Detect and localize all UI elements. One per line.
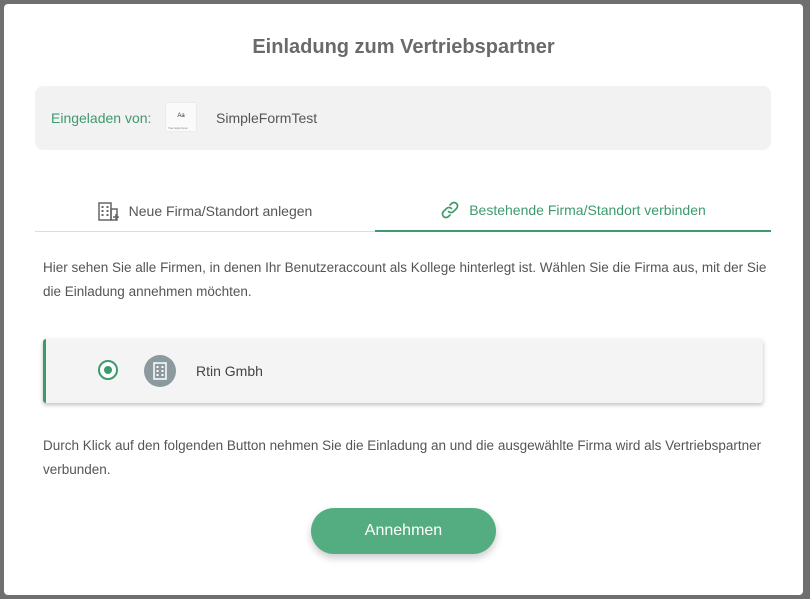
- inviter-logo: Aa Your logo here: [165, 102, 197, 132]
- company-select-radio[interactable]: [98, 360, 118, 380]
- inviter-label: Eingeladen von:: [51, 110, 152, 126]
- inviter-name: SimpleFormTest: [216, 110, 318, 126]
- accept-explanation: Durch Klick auf den folgenden Button neh…: [43, 438, 762, 477]
- building-add-icon: [97, 201, 119, 221]
- company-list-description: Hier sehen Sie alle Firmen, in denen Ihr…: [43, 260, 767, 299]
- accept-button[interactable]: Annehmen: [311, 508, 496, 554]
- tab-existing-company-label: Bestehende Firma/Standort verbinden: [469, 202, 706, 218]
- tab-bar: Neue Firma/Standort anlegen Bestehende F…: [35, 190, 771, 232]
- tab-existing-company[interactable]: Bestehende Firma/Standort verbinden: [375, 190, 771, 232]
- dialog-title: Einladung zum Vertriebspartner: [252, 36, 555, 58]
- tab-new-company-label: Neue Firma/Standort anlegen: [128, 202, 313, 219]
- company-name: Rtin Gmbh: [196, 363, 263, 379]
- building-icon: [144, 355, 176, 387]
- tab-new-company[interactable]: Neue Firma/Standort anlegen: [35, 190, 375, 232]
- company-list-item[interactable]: Rtin Gmbh: [43, 339, 763, 403]
- invitation-dialog: Einladung zum Vertriebspartner Eingelade…: [4, 4, 803, 595]
- inviter-panel: Eingeladen von: Aa Your logo here Simple…: [35, 86, 771, 150]
- link-icon: [441, 201, 459, 219]
- inviter-logo-text: Aa: [177, 113, 185, 119]
- inviter-logo-subtext: Your logo here: [168, 126, 188, 130]
